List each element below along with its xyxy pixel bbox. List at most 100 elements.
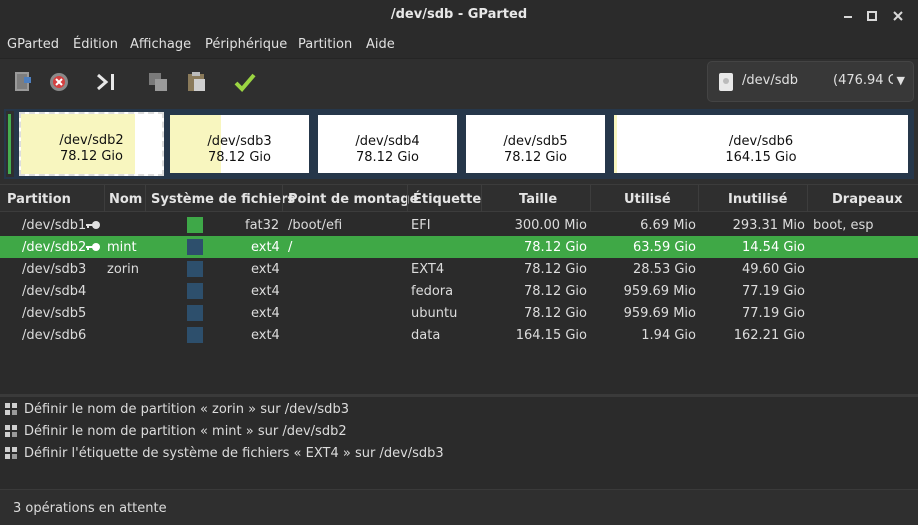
cell-used: 959.69 Mio: [623, 284, 696, 299]
device-name: /dev/sdb: [742, 73, 798, 88]
cell-name: zorin: [107, 262, 139, 277]
partition-block-name: /dev/sdb5: [503, 134, 568, 149]
partition-map: /dev/sdb2 78.12 Gio /dev/sdb3 78.12 Gio …: [0, 106, 918, 182]
menu-edition[interactable]: Édition: [73, 37, 118, 52]
cell-mount: /: [288, 240, 293, 255]
cell-size: 78.12 Gio: [524, 284, 587, 299]
apply-next-icon[interactable]: [94, 69, 120, 95]
delete-icon[interactable]: [46, 69, 72, 95]
col-montage[interactable]: Point de montage: [288, 192, 418, 207]
cell-fs: ext4: [251, 240, 280, 255]
cell-label: EXT4: [411, 262, 445, 277]
cell-unused: 49.60 Gio: [742, 262, 805, 277]
menu-gparted[interactable]: GParted: [7, 37, 59, 52]
menu-peripherique[interactable]: Périphérique: [205, 37, 287, 52]
col-taille[interactable]: Taille: [519, 192, 557, 207]
partition-block-name: /dev/sdb4: [355, 134, 420, 149]
operation-text: Définir l'étiquette de système de fichie…: [24, 446, 444, 461]
fs-color-swatch: [187, 283, 203, 299]
col-drapeaux[interactable]: Drapeaux: [832, 192, 903, 207]
cell-label: fedora: [411, 284, 454, 299]
partition-block-name: /dev/sdb2: [59, 133, 124, 148]
partition-block-sdb6[interactable]: /dev/sdb6 164.15 Gio: [611, 112, 911, 176]
cell-mount: /boot/efi: [288, 218, 343, 233]
col-partition[interactable]: Partition: [7, 192, 71, 207]
cell-unused: 77.19 Gio: [742, 284, 805, 299]
maximize-icon[interactable]: [864, 8, 880, 24]
list-item[interactable]: Définir le nom de partition « zorin » su…: [0, 398, 918, 420]
status-bar: 3 opérations en attente: [0, 489, 918, 525]
cell-partition: /dev/sdb5: [22, 306, 87, 321]
table-row[interactable]: /dev/sdb6 ext4 data 164.15 Gio 1.94 Gio …: [0, 324, 918, 346]
table-row[interactable]: /dev/sdb1 fat32 /boot/efi EFI 300.00 Mio…: [0, 214, 918, 236]
cell-size: 78.12 Gio: [524, 306, 587, 321]
partition-block-sdb3[interactable]: /dev/sdb3 78.12 Gio: [167, 112, 312, 176]
device-size: (476.94 GiB): [833, 73, 893, 88]
partition-block-size: 164.15 Gio: [725, 150, 797, 165]
partition-block-sdb2[interactable]: /dev/sdb2 78.12 Gio: [17, 110, 166, 178]
partition-block-sdb5[interactable]: /dev/sdb5 78.12 Gio: [463, 112, 608, 176]
cell-size: 164.15 Gio: [515, 328, 587, 343]
menu-affichage[interactable]: Affichage: [130, 37, 191, 52]
col-utilise[interactable]: Utilisé: [624, 192, 671, 207]
cell-used: 28.53 Gio: [633, 262, 696, 277]
fs-color-swatch: [187, 217, 203, 233]
col-etiquette[interactable]: Étiquette: [413, 192, 481, 207]
menu-aide[interactable]: Aide: [366, 37, 395, 52]
partition-block-name: /dev/sdb3: [207, 134, 272, 149]
partition-block-sdb4[interactable]: /dev/sdb4 78.12 Gio: [315, 112, 460, 176]
paste-icon[interactable]: [184, 69, 210, 95]
partition-block-size: 78.12 Gio: [60, 149, 123, 164]
new-partition-icon[interactable]: [10, 69, 36, 95]
cell-size: 78.12 Gio: [524, 240, 587, 255]
pending-operations: Définir le nom de partition « zorin » su…: [0, 397, 918, 489]
col-systeme[interactable]: Système de fichiers: [151, 192, 295, 207]
cell-size: 300.00 Mio: [514, 218, 587, 233]
apply-check-icon[interactable]: [232, 69, 258, 95]
table-row[interactable]: /dev/sdb4 ext4 fedora 78.12 Gio 959.69 M…: [0, 280, 918, 302]
partition-block-size: 78.12 Gio: [504, 150, 567, 165]
close-icon[interactable]: [890, 8, 906, 24]
cell-unused: 14.54 Gio: [742, 240, 805, 255]
cell-size: 78.12 Gio: [524, 262, 587, 277]
cell-used: 6.69 Mio: [640, 218, 696, 233]
cell-partition: /dev/sdb1: [22, 218, 87, 233]
cell-flags: boot, esp: [813, 218, 874, 233]
cell-partition: /dev/sdb6: [22, 328, 87, 343]
cell-unused: 293.31 Mio: [732, 218, 805, 233]
cell-fs: ext4: [251, 328, 280, 343]
partition-block-sdb1[interactable]: [6, 111, 14, 177]
menu-partition[interactable]: Partition: [298, 37, 352, 52]
operation-icon: [4, 401, 18, 417]
cell-unused: 162.21 Gio: [733, 328, 805, 343]
cell-label: data: [411, 328, 441, 343]
window-title: /dev/sdb - GParted: [390, 7, 528, 22]
cell-partition: /dev/sdb3: [22, 262, 87, 277]
table-row[interactable]: /dev/sdb5 ext4 ubuntu 78.12 Gio 959.69 M…: [0, 302, 918, 324]
device-selector[interactable]: /dev/sdb (476.94 GiB) ▼: [707, 61, 914, 102]
col-inutilise[interactable]: Inutilisé: [728, 192, 787, 207]
cell-fs: fat32: [245, 218, 280, 233]
list-item[interactable]: Définir le nom de partition « mint » sur…: [0, 420, 918, 442]
cell-label: EFI: [411, 218, 431, 233]
col-nom[interactable]: Nom: [109, 192, 142, 207]
copy-icon[interactable]: [146, 69, 172, 95]
cell-partition: /dev/sdb4: [22, 284, 87, 299]
menu-bar: GParted Édition Affichage Périphérique P…: [0, 32, 918, 58]
table-row[interactable]: /dev/sdb3 zorin ext4 EXT4 78.12 Gio 28.5…: [0, 258, 918, 280]
key-icon: [85, 218, 101, 232]
partition-block-size: 78.12 Gio: [356, 150, 419, 165]
operation-icon: [4, 423, 18, 439]
status-text: 3 opérations en attente: [13, 501, 167, 516]
operation-icon: [4, 445, 18, 461]
cell-fs: ext4: [251, 284, 280, 299]
title-bar: /dev/sdb - GParted: [0, 0, 918, 32]
fs-color-swatch: [187, 305, 203, 321]
cell-used: 1.94 Gio: [641, 328, 696, 343]
partition-table-header: Partition Nom Système de fichiers Point …: [0, 184, 918, 212]
cell-unused: 77.19 Gio: [742, 306, 805, 321]
minimize-icon[interactable]: [840, 8, 856, 24]
cell-name: mint: [107, 240, 137, 255]
table-row[interactable]: /dev/sdb2 mint ext4 / 78.12 Gio 63.59 Gi…: [0, 236, 918, 258]
list-item[interactable]: Définir l'étiquette de système de fichie…: [0, 442, 918, 464]
